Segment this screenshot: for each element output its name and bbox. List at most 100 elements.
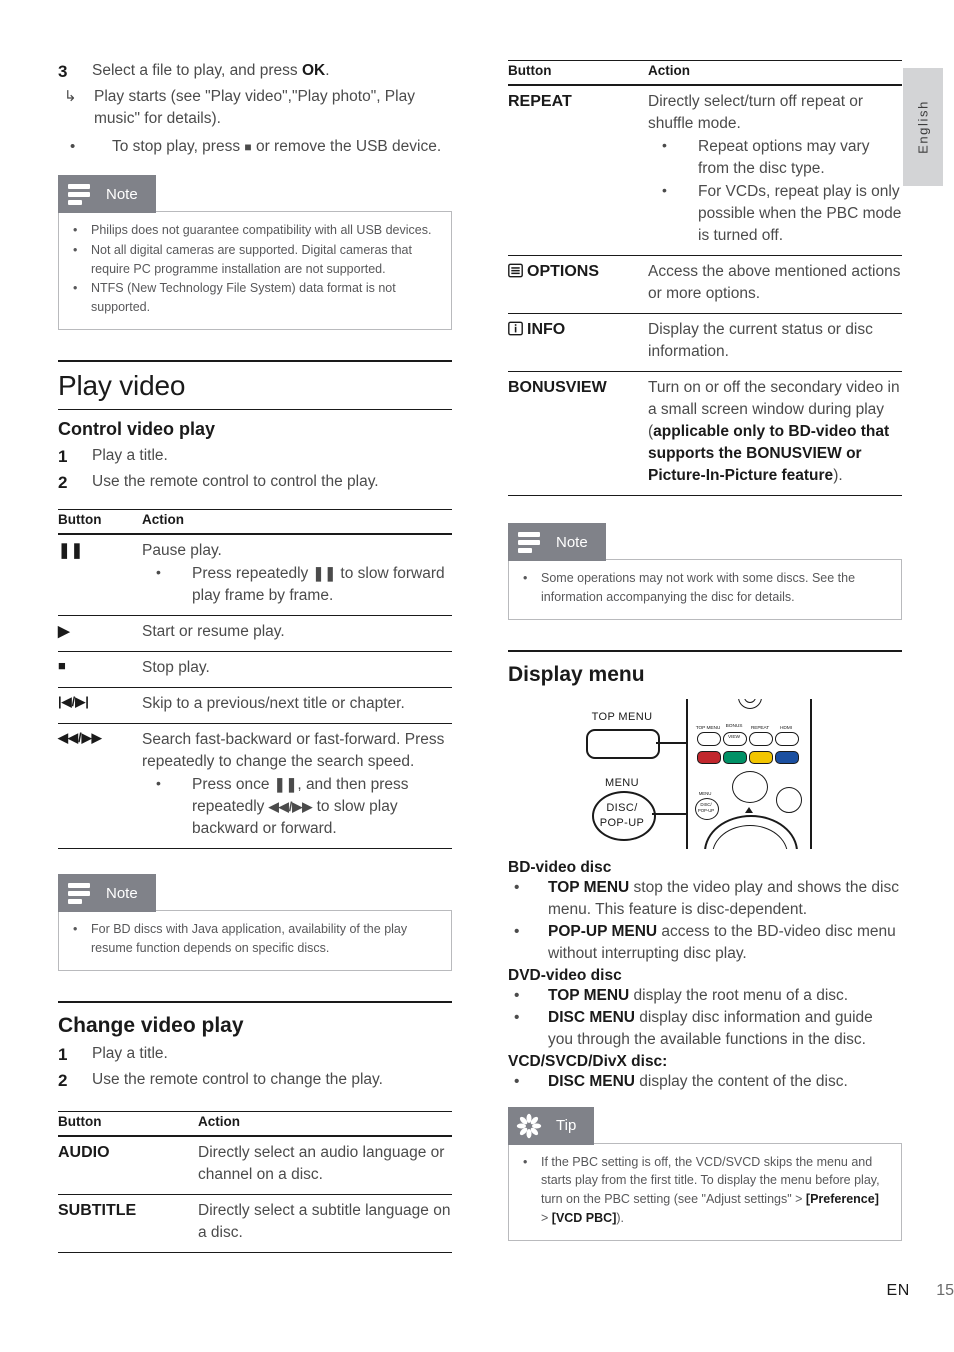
remote-key-repeat[interactable]	[749, 731, 773, 746]
list-item: • POP-UP MENU access to the BD-video disc…	[508, 921, 902, 965]
tip-header: Tip	[508, 1106, 595, 1145]
remote-key-label-disc: DISC/	[700, 801, 712, 807]
step-3-text: Select a file to play, and press OK.	[92, 60, 452, 84]
step-3-text-bold: OK	[301, 62, 326, 79]
tip-body: • If the PBC setting is off, the VCD/SVC…	[508, 1142, 902, 1241]
step-3-text-pre: Select a file to play, and press	[92, 62, 302, 79]
step-3: 3 Select a file to play, and press OK.	[58, 60, 452, 84]
tip-title: Tip	[556, 1117, 577, 1134]
repeat-sub-item: • For VCDs, repeat play is only possible …	[648, 181, 902, 247]
bullet-icon: •	[70, 138, 76, 156]
remote-side-button[interactable]	[776, 786, 802, 813]
step-3-bullet-pre: To stop play, press	[112, 138, 245, 156]
info-action: Display the current status or disc infor…	[648, 313, 902, 372]
note-box-bd-java: Note • For BD discs with Java application…	[58, 873, 452, 971]
display-menu-sections: BD-video disc • TOP MENU stop the video p…	[508, 859, 902, 1093]
callout-label-disc: DISC/	[606, 801, 638, 814]
pause-glyph-icon: ❚❚	[312, 565, 337, 582]
control-step-1: 1 Play a title.	[58, 445, 452, 469]
step-3-number: 3	[58, 62, 68, 81]
right-column: Button Action REPEAT Directly select/tur…	[508, 60, 902, 1241]
step-3-arrow-item: ↳ Play starts (see "Play video","Play ph…	[58, 86, 452, 130]
note-item: • NTFS (New Technology File System) data …	[69, 279, 437, 317]
bullet-icon: •	[156, 775, 161, 792]
remote-key-top-menu[interactable]	[697, 731, 721, 746]
search-glyph-icon: ◀◀/▶▶	[268, 799, 313, 815]
info-icon	[508, 321, 523, 344]
bullet-icon: •	[73, 281, 78, 296]
column-header-button: Button	[58, 509, 142, 536]
callout-label-menu: MENU	[605, 776, 639, 789]
bonusview-action: Turn on or off the secondary video in a …	[648, 371, 902, 496]
section-rule	[58, 1000, 452, 1003]
bullet-icon: •	[73, 922, 78, 937]
skip-action: Skip to a previous/next title or chapter…	[142, 687, 452, 725]
play-action: Start or resume play.	[142, 615, 452, 653]
remote-color-key-green[interactable]	[723, 750, 747, 764]
bullet-icon: •	[514, 986, 520, 1004]
list-item: • TOP MENU stop the video play and shows …	[508, 877, 902, 921]
note-header: Note	[58, 175, 156, 214]
note-item: • Some operations may not work with some …	[519, 569, 887, 607]
options-list-icon	[508, 263, 523, 286]
table-header-row: Button Action	[58, 1110, 452, 1137]
bullet-icon: •	[73, 223, 78, 238]
control-step-2: 2 Use the remote control to control the …	[58, 471, 452, 495]
callout-label-popup: POP-UP	[599, 816, 645, 829]
step-3-bullet-text: To stop play, press ■ or remove the USB …	[100, 136, 452, 158]
remote-color-key-red[interactable]	[697, 750, 721, 764]
pause-button-glyph: ❚❚	[58, 534, 142, 617]
step-3-text-post: .	[325, 62, 330, 79]
list-item: • DISC MENU display the content of the di…	[508, 1071, 902, 1093]
table-row: ❚❚ Pause play. • Press repeatedly ❚❚ to …	[58, 534, 452, 617]
skip-button-glyph: |◀/▶|	[58, 687, 142, 725]
bullet-icon: •	[662, 182, 667, 198]
footer-page-number: 15	[936, 1282, 954, 1299]
note-header: Note	[508, 523, 606, 561]
change-video-play-table: Button Action AUDIO Directly select an a…	[58, 1110, 452, 1253]
pause-action: Pause play. • Press repeatedly ❚❚ to slo…	[142, 534, 452, 617]
table-row: ◀◀/▶▶ Search fast-backward or fast-forwa…	[58, 723, 452, 850]
control-video-play-table: Button Action ❚❚ Pause play. • Press rep…	[58, 509, 452, 850]
search-sub-text: Press once ❚❚, and then press repeatedly…	[192, 776, 409, 838]
section-rule	[58, 359, 452, 362]
remote-key-label-bonus: BONUS	[725, 722, 743, 728]
table-row: OPTIONS Access the above mentioned actio…	[508, 255, 902, 314]
table-row: ■ Stop play.	[58, 651, 452, 689]
left-column: 3 Select a file to play, and press OK. ↳…	[58, 60, 452, 1253]
step-3-arrow-text: Play starts (see "Play video","Play phot…	[94, 88, 415, 128]
heading-display-menu: Display menu	[508, 662, 645, 686]
remote-color-key-blue[interactable]	[775, 750, 799, 764]
table-row: ▶ Start or resume play.	[58, 615, 452, 653]
search-sub-item: • Press once ❚❚, and then press repeated…	[142, 774, 452, 840]
search-action-text: Search fast-backward or fast-forward. Pr…	[142, 731, 445, 771]
bullet-icon: •	[514, 878, 520, 896]
change-step-2-number: 2	[58, 1070, 68, 1090]
note-box-some-operations: Note • Some operations may not work with …	[508, 522, 902, 620]
control-step-2-number: 2	[58, 473, 68, 492]
note-body: • For BD discs with Java application, ava…	[58, 910, 452, 971]
remote-key-hdmi[interactable]	[775, 731, 799, 746]
column-header-action: Action	[198, 1110, 452, 1137]
info-button-label: INFO	[508, 313, 648, 372]
note-header: Note	[58, 874, 156, 913]
bullet-icon: •	[523, 1154, 528, 1169]
remote-key-label-top-menu: TOP MENU	[695, 724, 721, 730]
repeat-action-text: Directly select/turn off repeat or shuff…	[648, 93, 864, 132]
note-box-usb: Note • Philips does not guarantee compati…	[58, 174, 452, 330]
note-title: Note	[556, 533, 588, 551]
column-header-button: Button	[508, 60, 648, 86]
note-body: • Philips does not guarantee compatibilit…	[58, 211, 452, 330]
bullet-icon: •	[514, 1072, 520, 1090]
remote-color-key-yellow[interactable]	[749, 750, 773, 764]
remote-home-button[interactable]	[732, 770, 768, 803]
pause-action-text: Pause play.	[142, 542, 222, 560]
pause-sub-text: Press repeatedly ❚❚ to slow forward play…	[192, 565, 445, 605]
stop-button-glyph: ■	[58, 651, 142, 689]
search-button-glyph: ◀◀/▶▶	[58, 723, 142, 850]
bullet-icon: •	[156, 564, 161, 581]
heading-control-video-play: Control video play	[58, 418, 216, 439]
page-footer: EN 15	[0, 1282, 954, 1300]
pause-glyph-icon: ❚❚	[273, 776, 298, 793]
column-header-action: Action	[142, 509, 452, 536]
